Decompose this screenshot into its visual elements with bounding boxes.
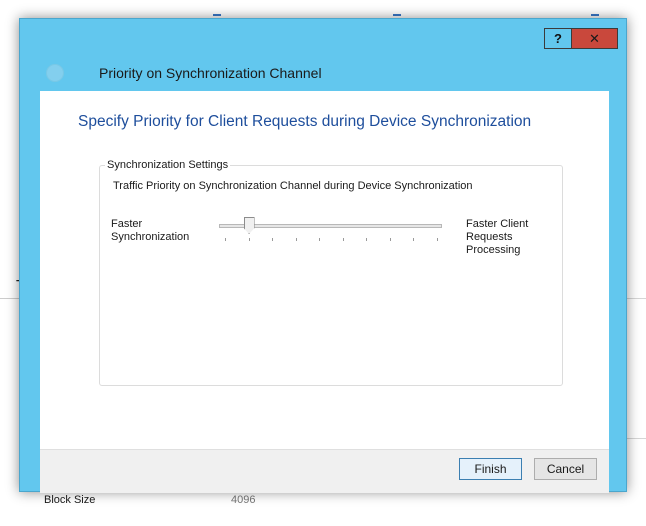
caption-buttons: ? ✕	[544, 28, 618, 49]
background-icon-fragment	[591, 14, 599, 16]
slider-tick	[366, 238, 368, 241]
background-row-value: 4096	[231, 494, 256, 506]
help-button[interactable]: ?	[544, 28, 571, 49]
slider-tick	[319, 238, 321, 241]
background-row-label: Block Size	[44, 494, 96, 506]
slider-tick	[342, 238, 344, 241]
background-icon-fragment	[213, 14, 221, 16]
page-heading: Specify Priority for Client Requests dur…	[78, 113, 532, 130]
background-divider	[624, 298, 646, 299]
priority-slider[interactable]	[219, 214, 445, 244]
slider-tick	[248, 238, 250, 241]
wizard-page: Specify Priority for Client Requests dur…	[40, 91, 609, 493]
slider-max-label: Faster Client Requests Processing	[466, 218, 529, 256]
background-divider	[624, 438, 646, 439]
slider-tick	[389, 238, 391, 241]
slider-tick	[225, 238, 226, 241]
dialog-title: Priority on Synchronization Channel	[99, 65, 322, 81]
back-arrow-icon[interactable]	[46, 64, 64, 82]
finish-button[interactable]: Finish	[459, 458, 522, 480]
wizard-dialog: ? ✕ Priority on Synchronization Channel …	[19, 18, 627, 493]
background-app-top	[0, 0, 646, 20]
group-legend: Synchronization Settings	[105, 159, 231, 171]
slider-tick	[437, 238, 438, 241]
background-icon-fragment	[393, 14, 401, 16]
close-button[interactable]: ✕	[571, 28, 618, 49]
synchronization-settings-group: Synchronization Settings Traffic Priorit…	[99, 159, 563, 386]
wizard-footer: Finish Cancel	[40, 449, 609, 493]
slider-min-label: Faster Synchronization	[111, 218, 190, 243]
group-description: Traffic Priority on Synchronization Chan…	[113, 180, 473, 192]
slider-tick	[272, 238, 274, 241]
slider-tick	[295, 238, 297, 241]
slider-thumb[interactable]	[243, 217, 255, 234]
slider-tick	[413, 238, 415, 241]
cancel-button[interactable]: Cancel	[534, 458, 597, 480]
